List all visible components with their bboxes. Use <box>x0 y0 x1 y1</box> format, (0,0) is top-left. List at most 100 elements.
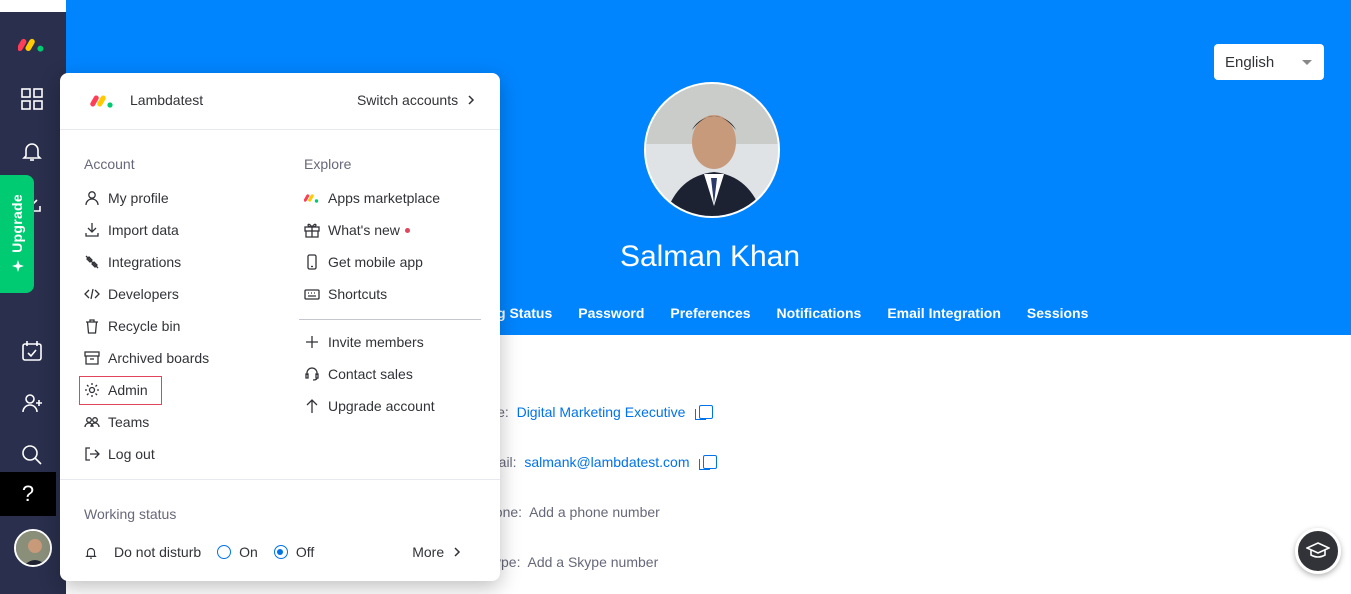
upgrade-button[interactable]: Upgrade <box>0 175 34 293</box>
tab-password[interactable]: Password <box>578 305 644 321</box>
my-work-calendar-icon[interactable] <box>18 337 46 365</box>
dnd-on-radio[interactable] <box>217 545 232 559</box>
menu-item-teams[interactable]: Teams <box>84 412 149 432</box>
plus-icon <box>304 334 320 350</box>
menu-item-label: Log out <box>108 446 155 462</box>
code-icon <box>84 286 100 302</box>
logout-icon <box>84 446 100 462</box>
archive-icon <box>84 350 100 366</box>
switch-accounts-label: Switch accounts <box>356 92 459 108</box>
menu-item-shortcuts[interactable]: Shortcuts <box>304 284 387 304</box>
menu-item-upgrade-account[interactable]: Upgrade account <box>304 396 435 416</box>
explore-divider <box>299 319 481 320</box>
monday-logo-icon[interactable] <box>18 30 46 58</box>
user-icon <box>84 190 100 206</box>
language-value: English <box>1225 53 1275 71</box>
menu-item-my-profile[interactable]: My profile <box>84 188 169 208</box>
download-icon <box>84 222 100 238</box>
menu-item-label: Invite members <box>328 334 424 350</box>
menu-item-get-mobile-app[interactable]: Get mobile app <box>304 252 423 272</box>
arrow-up-icon <box>304 398 320 414</box>
menu-item-label: Teams <box>108 414 150 430</box>
upgrade-label: Upgrade <box>9 193 25 253</box>
bell-icon <box>85 547 97 559</box>
trash-icon <box>84 318 100 334</box>
notifications-bell-icon[interactable] <box>18 137 46 165</box>
monday-apps-icon <box>304 190 320 206</box>
account-section-title: Account <box>84 156 135 172</box>
workspaces-grid-icon[interactable] <box>18 85 46 113</box>
graduation-cap-icon <box>1306 542 1330 558</box>
team-icon <box>84 414 100 430</box>
learning-center-button[interactable] <box>1295 528 1341 574</box>
chevron-down-icon <box>1302 60 1312 65</box>
menu-header: Lambdatest Switch accounts <box>60 73 500 130</box>
user-avatar[interactable] <box>14 529 52 567</box>
tab-email-integration[interactable]: Email Integration <box>887 305 1001 321</box>
menu-item-label: What's new <box>328 222 400 238</box>
explore-section-title: Explore <box>304 156 352 172</box>
title-value[interactable]: Digital Marketing Executive <box>517 404 686 420</box>
sparkle-icon <box>12 260 24 273</box>
tab-sessions[interactable]: Sessions <box>1027 305 1088 321</box>
email-value[interactable]: salmank@lambdatest.com <box>524 454 689 470</box>
menu-item-label: Upgrade account <box>328 398 435 414</box>
copy-title-icon[interactable] <box>695 405 714 420</box>
menu-item-label: Get mobile app <box>328 254 423 270</box>
menu-item-label: Recycle bin <box>108 318 181 334</box>
keyboard-icon <box>304 286 320 302</box>
phone-value[interactable]: Add a phone number <box>529 504 660 520</box>
dnd-off-radio[interactable] <box>273 545 288 559</box>
new-indicator-dot <box>404 227 410 233</box>
help-button[interactable]: ? <box>0 472 56 516</box>
menu-item-admin[interactable]: Admin <box>84 380 148 400</box>
menu-item-label: Admin <box>108 382 148 398</box>
email-row: mail: salmank@lambdatest.com <box>487 454 718 470</box>
account-name: Lambdatest <box>130 92 204 108</box>
copy-email-icon[interactable] <box>699 455 718 470</box>
language-select[interactable]: English <box>1214 44 1324 80</box>
menu-item-import-data[interactable]: Import data <box>84 220 179 240</box>
menu-item-label: Integrations <box>108 254 182 270</box>
mobile-phone-icon <box>304 254 320 270</box>
do-not-disturb-row: Do not disturb On Off <box>84 544 314 560</box>
menu-item-archived-boards[interactable]: Archived boards <box>84 348 209 368</box>
gift-icon <box>304 222 320 238</box>
working-status-title: Working status <box>84 506 177 522</box>
menu-item-label: Contact sales <box>328 366 413 382</box>
menu-item-invite-members[interactable]: Invite members <box>304 332 424 352</box>
more-link[interactable]: More <box>412 544 462 560</box>
tab-notifications[interactable]: Notifications <box>777 305 862 321</box>
menu-item-label: Apps marketplace <box>328 190 441 206</box>
account-logo-icon <box>90 95 113 108</box>
menu-item-whats-new[interactable]: What's new <box>304 220 410 240</box>
menu-item-label: Shortcuts <box>328 286 388 302</box>
skype-row: kype: Add a Skype number <box>487 554 658 570</box>
menu-item-apps-marketplace[interactable]: Apps marketplace <box>304 188 440 208</box>
tab-preferences[interactable]: Preferences <box>670 305 750 321</box>
profile-name: Salman Khan <box>619 240 801 273</box>
search-icon[interactable] <box>18 441 46 469</box>
more-label: More <box>412 544 445 560</box>
profile-photo[interactable] <box>644 82 780 218</box>
switch-accounts-link[interactable]: Switch accounts <box>357 92 476 108</box>
chevron-right-icon <box>468 95 475 105</box>
menu-item-label: My profile <box>108 190 169 206</box>
menu-item-integrations[interactable]: Integrations <box>84 252 181 272</box>
account-menu: Lambdatest Switch accounts Account Explo… <box>60 73 500 581</box>
menu-item-contact-sales[interactable]: Contact sales <box>304 364 413 384</box>
menu-item-label: Archived boards <box>108 350 210 366</box>
phone-row: hone: Add a phone number <box>487 504 660 520</box>
profile-tabs: g Status Password Preferences Notificati… <box>497 305 1114 321</box>
tab-working-status[interactable]: g Status <box>497 305 552 321</box>
skype-value[interactable]: Add a Skype number <box>527 554 658 570</box>
gear-icon <box>84 382 100 398</box>
invite-members-icon[interactable] <box>18 389 46 417</box>
dnd-on-label: On <box>239 544 258 560</box>
do-not-disturb-label: Do not disturb <box>114 544 202 560</box>
menu-item-log-out[interactable]: Log out <box>84 444 155 464</box>
chevron-right-icon <box>454 547 461 557</box>
menu-item-recycle-bin[interactable]: Recycle bin <box>84 316 180 336</box>
working-status-divider <box>60 479 500 480</box>
menu-item-developers[interactable]: Developers <box>84 284 179 304</box>
